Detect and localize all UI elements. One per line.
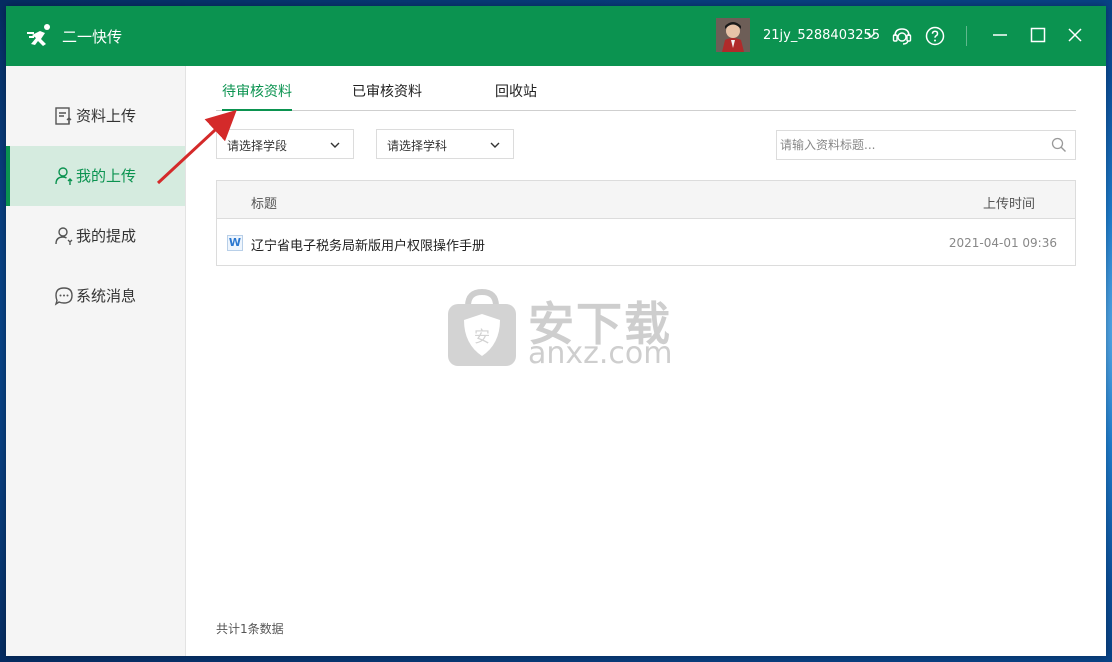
username[interactable]: 21jy_5288403255 bbox=[763, 28, 880, 43]
sidebar-item-system-messages[interactable]: 系统消息 bbox=[6, 266, 185, 326]
table-header: 标题 上传时间 bbox=[217, 181, 1075, 219]
app-window: 二一快传 21jy_5288403255 资料上传 我的上传 我的提成 系统消息… bbox=[6, 6, 1106, 656]
runner-logo-icon bbox=[27, 24, 50, 46]
title-bar: 二一快传 21jy_5288403255 bbox=[6, 6, 1106, 66]
sidebar-item-label: 我的提成 bbox=[76, 227, 137, 245]
maximize-icon[interactable] bbox=[1029, 26, 1047, 44]
app-title: 二一快传 bbox=[62, 28, 123, 46]
table-row[interactable]: W 辽宁省电子税务局新版用户权限操作手册 2021-04-01 09:36 bbox=[217, 219, 1075, 265]
tab-reviewed[interactable]: 已审核资料 bbox=[352, 82, 422, 110]
watermark: 安 安下载 anxz.com bbox=[446, 288, 676, 372]
column-header-upload-time: 上传时间 bbox=[982, 197, 1035, 212]
sidebar-item-upload-material[interactable]: 资料上传 bbox=[6, 86, 185, 146]
search-input[interactable] bbox=[777, 131, 1040, 159]
chevron-down-icon bbox=[330, 142, 340, 148]
row-title[interactable]: 辽宁省电子税务局新版用户权限操作手册 bbox=[251, 235, 485, 254]
search-box bbox=[776, 130, 1076, 160]
upload-doc-icon bbox=[55, 107, 72, 125]
sidebar-item-label: 资料上传 bbox=[76, 107, 137, 125]
uploads-table: 标题 上传时间 W 辽宁省电子税务局新版用户权限操作手册 2021-04-01 … bbox=[216, 180, 1076, 266]
sidebar-item-label: 我的上传 bbox=[76, 167, 137, 185]
stage-select[interactable]: 请选择学段 bbox=[216, 129, 354, 159]
chevron-down-icon bbox=[490, 142, 500, 148]
search-icon[interactable] bbox=[1051, 137, 1067, 153]
tab-bar: 待审核资料 已审核资料 回收站 bbox=[216, 82, 1076, 111]
word-file-icon: W bbox=[227, 235, 243, 251]
avatar-image-icon bbox=[716, 18, 750, 52]
row-upload-time: 2021-04-01 09:36 bbox=[948, 236, 1057, 250]
message-icon bbox=[54, 287, 73, 306]
user-commission-icon bbox=[55, 227, 73, 245]
tab-recycle-bin[interactable]: 回收站 bbox=[495, 82, 537, 110]
subject-select-value: 请选择学科 bbox=[387, 139, 448, 153]
user-upload-icon bbox=[55, 167, 73, 185]
record-count: 共计1条数据 bbox=[216, 622, 284, 636]
customer-service-icon[interactable] bbox=[891, 25, 913, 47]
watermark-subtext: anxz.com bbox=[528, 336, 673, 371]
subject-select[interactable]: 请选择学科 bbox=[376, 129, 514, 159]
sidebar-item-label: 系统消息 bbox=[76, 287, 137, 305]
chevron-down-icon[interactable] bbox=[864, 28, 878, 42]
sidebar: 资料上传 我的上传 我的提成 系统消息 bbox=[6, 66, 186, 656]
sidebar-item-my-uploads[interactable]: 我的上传 bbox=[6, 146, 185, 206]
stage-select-value: 请选择学段 bbox=[227, 139, 288, 153]
minimize-icon[interactable] bbox=[991, 26, 1009, 44]
close-icon[interactable] bbox=[1066, 26, 1084, 44]
column-header-title: 标题 bbox=[251, 197, 278, 212]
titlebar-divider bbox=[966, 26, 967, 46]
help-icon[interactable] bbox=[924, 25, 946, 47]
svg-text:安: 安 bbox=[474, 327, 490, 346]
shield-bag-icon: 安 bbox=[448, 288, 516, 366]
avatar[interactable] bbox=[716, 18, 750, 52]
sidebar-item-my-commission[interactable]: 我的提成 bbox=[6, 206, 185, 266]
tab-pending-review[interactable]: 待审核资料 bbox=[222, 82, 292, 111]
